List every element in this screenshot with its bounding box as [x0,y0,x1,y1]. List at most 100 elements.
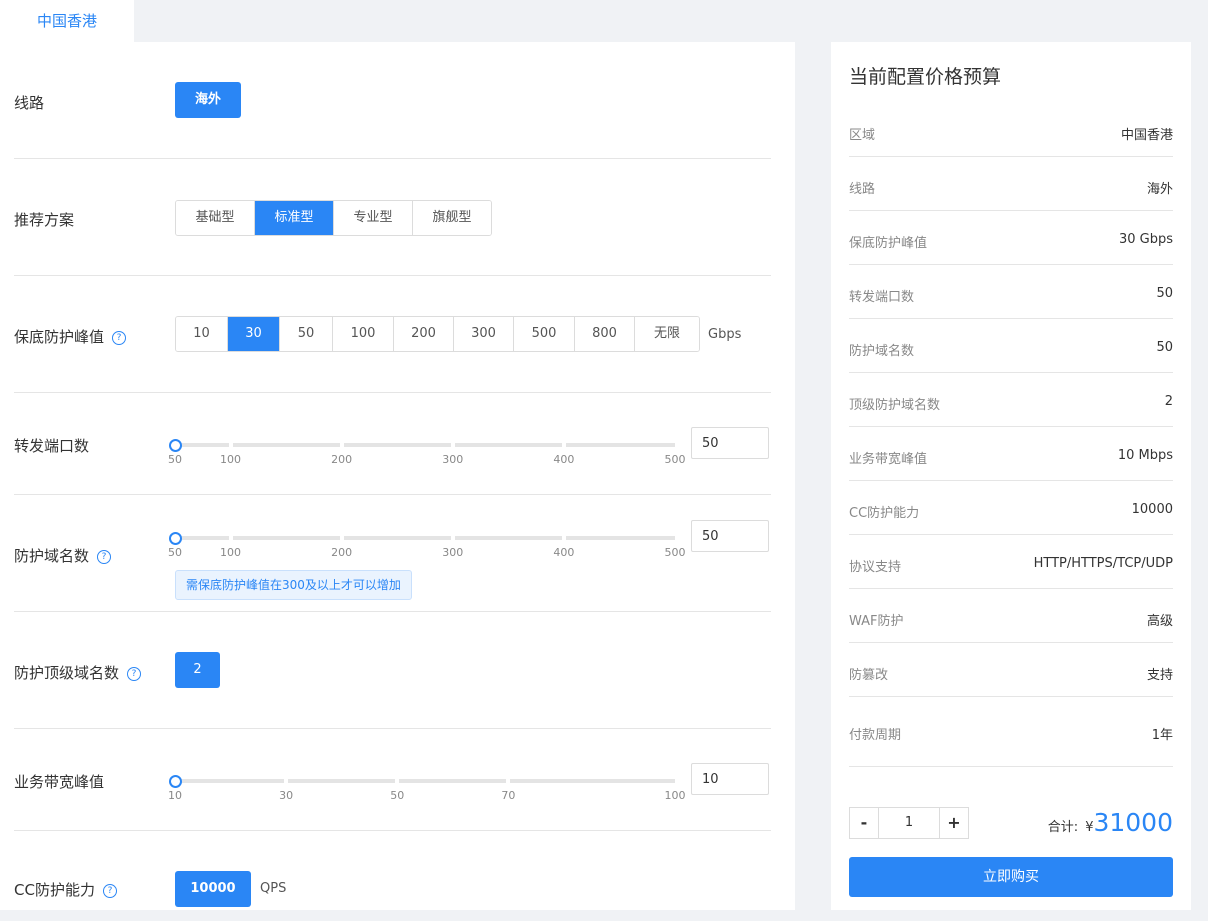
row-protect-peak: 保底防护峰值? 10 30 50 100 200 300 500 800 无限 Gbps [14,276,771,393]
quantity-plus-button[interactable]: + [940,808,968,838]
summary-row-value: HTTP/HTTPS/TCP/UDP [1033,556,1173,571]
domains-slider-tick [228,535,233,541]
ports-slider-track[interactable] [175,443,675,447]
buy-button[interactable]: 立即购买 [849,857,1173,897]
summary-row-value: 30 Gbps [1118,232,1173,247]
domains-input[interactable]: 50 [691,520,769,552]
ports-label: 转发端口数 [14,437,90,455]
domains-slider-tick-label: 50 [168,546,182,559]
domains-slider-tick-label: 300 [442,546,464,559]
cc-value[interactable]: 10000 [175,871,251,907]
summary-row-key: 防护域名数 [849,344,915,359]
help-icon[interactable]: ? [127,667,142,681]
domains-tip: 需保底防护峰值在300及以上才可以增加 [175,570,412,600]
bw-slider-tick [395,778,400,784]
summary-row-value: 海外 [1146,182,1173,197]
help-icon[interactable]: ? [97,550,112,564]
peak-seg-option[interactable]: 500 [514,317,575,351]
domains-slider-tick-label: 200 [331,546,353,559]
summary-row-value: 50 [1156,286,1173,301]
price-summary: 当前配置价格预算 区域 中国香港 线路 海外 保底防护峰值 30 Gbps 转发端口数 50 防… [831,42,1191,910]
summary-row: 区域 中国香港 [849,102,1173,157]
summary-row: 付款周期 1年 [849,696,1173,767]
ports-slider-tick-label: 100 [220,453,242,466]
summary-row-key: WAF防护 [849,614,904,629]
plan-seg-option[interactable]: 专业型 [334,201,413,235]
summary-row: 线路 海外 [849,156,1173,211]
domains-slider-thumb[interactable] [169,532,182,545]
domains-label-text: 防护域名数 [14,547,90,565]
plan-selector: 基础型 标准型 专业型 旗舰型 [175,200,492,236]
total-label: 合计: [1047,820,1079,835]
summary-row-value: 高级 [1146,614,1173,629]
summary-row-key: 付款周期 [849,728,902,743]
peak-seg-option[interactable]: 30 [228,317,280,351]
plan-seg-option[interactable]: 标准型 [255,201,334,235]
row-ports: 转发端口数 50 100 200 300 400 500 50 [14,393,771,495]
ports-slider[interactable]: 50 100 200 300 400 500 [168,439,686,469]
row-bandwidth: 业务带宽峰值 10 30 50 70 100 10 [14,729,771,831]
cc-unit: QPS [260,881,287,896]
bandwidth-input[interactable]: 10 [691,763,769,795]
domains-slider-tick-label: 100 [220,546,242,559]
summary-row: WAF防护 高级 [849,588,1173,643]
summary-row-key: 转发端口数 [849,290,915,305]
peak-seg-option[interactable]: 200 [394,317,454,351]
summary-row-key: CC防护能力 [849,506,920,521]
summary-row-key: 防篡改 [849,668,889,683]
row-cc: CC防护能力? 10000 QPS [14,831,771,921]
ports-slider-thumb[interactable] [169,439,182,452]
summary-row: 防护域名数 50 [849,318,1173,373]
summary-row-key: 协议支持 [849,560,902,575]
total-value: 31000 [1093,808,1173,837]
row-top-domains: 防护顶级域名数? 2 [14,612,771,729]
domains-slider[interactable]: 50 100 200 300 400 500 [168,532,686,562]
summary-row-key: 保底防护峰值 [849,236,928,251]
cc-label-text: CC防护能力 [14,881,95,899]
peak-seg-option[interactable]: 无限 [635,317,699,351]
summary-row: 协议支持 HTTP/HTTPS/TCP/UDP [849,534,1173,589]
peak-seg-option[interactable]: 50 [280,317,333,351]
bw-slider-tick-label: 10 [168,789,182,802]
ports-slider-tick-label: 300 [442,453,464,466]
peak-seg-option[interactable]: 800 [575,317,635,351]
ports-slider-tick [450,442,455,448]
bandwidth-slider[interactable]: 10 30 50 70 100 [168,775,686,805]
quantity-input[interactable]: 1 [878,808,940,838]
region-tabbar: 中国香港 [0,0,1208,42]
top-domains-label-text: 防护顶级域名数 [14,664,120,682]
peak-seg-option[interactable]: 10 [176,317,228,351]
ports-input[interactable]: 50 [691,427,769,459]
config-form: 线路 海外 推荐方案 基础型 标准型 专业型 旗舰型 保底防护峰值? 10 30 50 10… [0,42,795,910]
bandwidth-label: 业务带宽峰值 [14,773,105,791]
summary-row-value: 10000 [1131,502,1173,517]
bw-slider-track[interactable] [175,779,675,783]
ports-slider-tick-label: 500 [664,453,686,466]
peak-seg-option[interactable]: 100 [333,317,394,351]
domains-slider-tick-label: 500 [664,546,686,559]
top-domains-label: 防护顶级域名数? [14,662,142,683]
ports-slider-tick-label: 50 [168,453,182,466]
quantity-stepper: - 1 + [849,807,969,839]
quantity-minus-button[interactable]: - [850,808,878,838]
top-domains-value[interactable]: 2 [175,652,220,688]
summary-row-value: 1年 [1151,728,1173,743]
total-price: 合计: ¥31000 [1048,808,1173,837]
summary-row: 业务带宽峰值 10 Mbps [849,426,1173,481]
summary-row-value: 50 [1156,340,1173,355]
domains-slider-track[interactable] [175,536,675,540]
protect-peak-selector: 10 30 50 100 200 300 500 800 无限 [175,316,700,352]
help-icon[interactable]: ? [112,331,127,345]
plan-seg-option[interactable]: 基础型 [176,201,255,235]
summary-row-key: 线路 [849,182,876,197]
bw-slider-thumb[interactable] [169,775,182,788]
bw-slider-tick-label: 30 [279,789,294,802]
row-line: 线路 海外 [14,42,771,159]
bw-slider-tick-label: 100 [664,789,686,802]
line-option-overseas[interactable]: 海外 [175,82,241,118]
help-icon[interactable]: ? [102,884,117,898]
peak-seg-option[interactable]: 300 [454,317,514,351]
tab-hong-kong[interactable]: 中国香港 [0,0,134,42]
domains-label: 防护域名数? [14,545,112,566]
plan-seg-option[interactable]: 旗舰型 [413,201,491,235]
